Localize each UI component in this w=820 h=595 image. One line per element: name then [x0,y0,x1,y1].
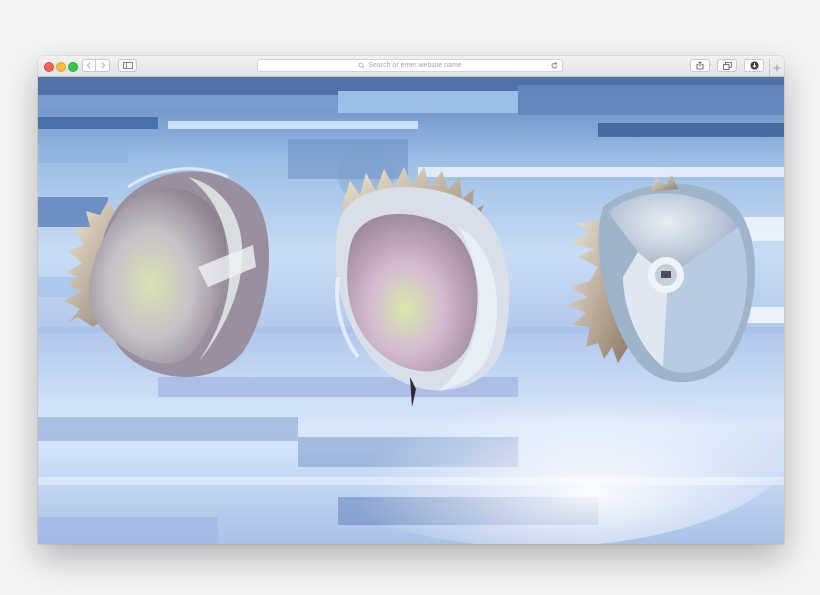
close-window-button[interactable] [44,62,54,72]
artwork-scene [38,77,784,544]
browser-window: Search or enter website name [38,56,784,544]
plus-icon [773,64,781,71]
share-icon [696,61,704,70]
back-icon [86,62,91,69]
minimize-window-button[interactable] [56,62,66,72]
search-icon [358,62,365,69]
address-bar[interactable]: Search or enter website name [257,59,563,72]
page-content [38,77,784,544]
tabs-icon [722,61,732,70]
sidebar-button[interactable] [118,59,137,72]
address-placeholder: Search or enter website name [368,62,462,69]
show-tabs-button[interactable] [717,59,737,72]
sidebar-icon [122,62,133,69]
reload-icon[interactable] [550,61,559,70]
download-icon [750,61,758,70]
browser-toolbar: Search or enter website name [38,56,784,77]
downloads-button[interactable] [744,59,764,72]
maximize-window-button[interactable] [68,62,78,72]
new-tab-button[interactable] [769,59,784,76]
share-button[interactable] [690,59,710,72]
forward-button[interactable] [96,59,110,72]
forward-icon [101,62,105,69]
back-button[interactable] [82,59,96,72]
